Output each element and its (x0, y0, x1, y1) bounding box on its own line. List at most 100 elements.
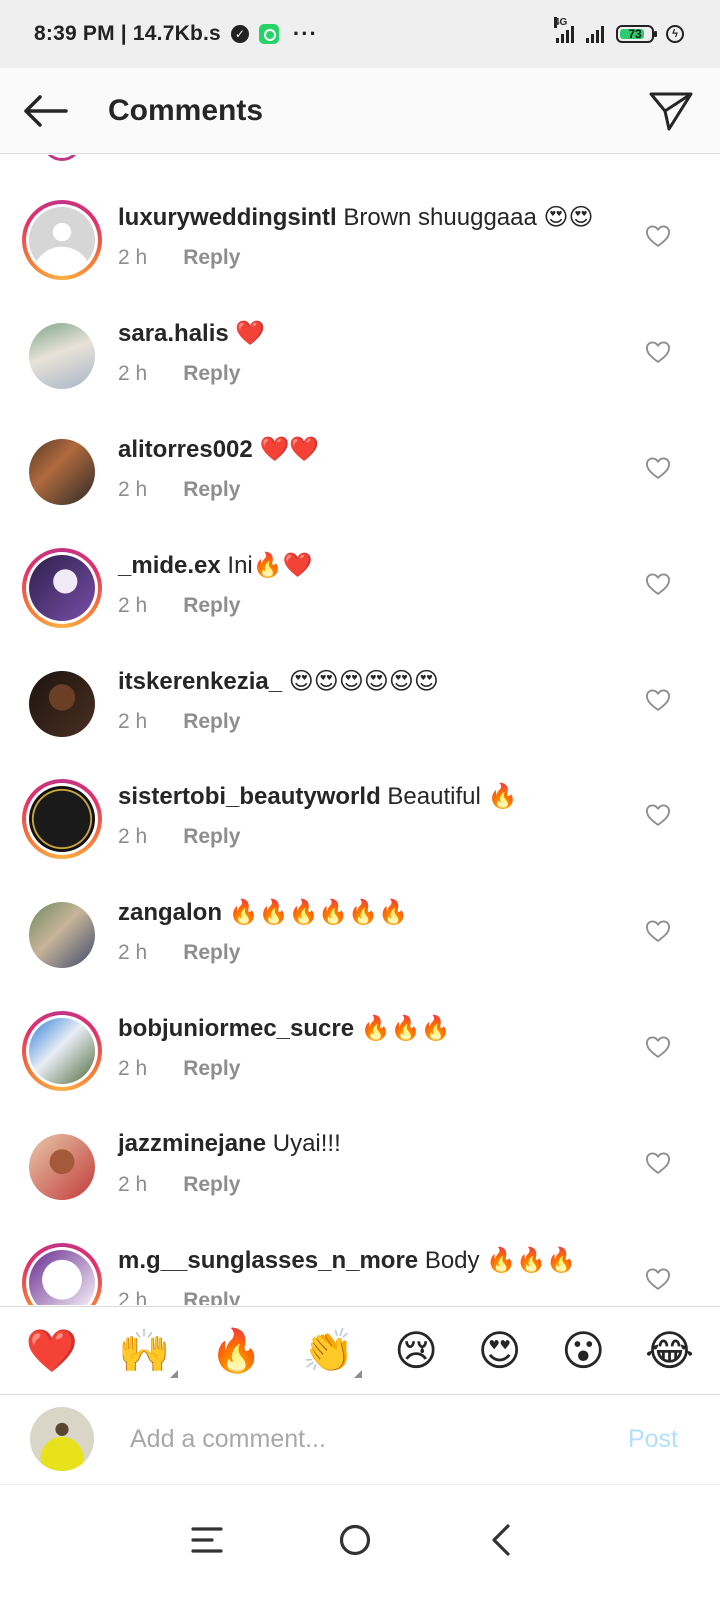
comment-row[interactable]: zangalon 🔥🔥🔥🔥🔥🔥 2 h Reply (0, 895, 720, 1011)
reaction-bar: ❤️ 🙌 🔥 👏 😢 😍 😮 😂 (0, 1306, 720, 1394)
commenter-avatar[interactable] (22, 1127, 102, 1207)
comment-username[interactable]: bobjuniormec_sucre (118, 1015, 354, 1042)
comments-list[interactable]: luxuryweddingsintl Brown shuuggaaa 😍😍 2 h… (0, 155, 720, 1305)
comment-username[interactable]: jazzminejane (118, 1130, 266, 1157)
comment-username[interactable]: sistertobi_beautyworld (118, 783, 381, 810)
commenter-avatar[interactable] (22, 432, 102, 512)
avatar-frame (26, 204, 98, 276)
home-button[interactable] (320, 1505, 390, 1575)
reply-button[interactable]: Reply (183, 594, 240, 618)
skin-tone-indicator-icon (170, 1369, 179, 1378)
comment-text-line: jazzminejane Uyai!!! (118, 1130, 341, 1158)
commenter-avatar[interactable] (22, 895, 102, 975)
comment-meta: 2 h Reply (118, 1173, 240, 1197)
avatar-image (29, 1018, 95, 1084)
comment-body: Brown shuuggaaa 😍😍 (343, 204, 594, 231)
commenter-avatar[interactable] (22, 1243, 102, 1305)
avatar-image (29, 323, 95, 389)
commenter-avatar[interactable] (22, 1011, 102, 1091)
reply-button[interactable]: Reply (183, 1289, 240, 1305)
comment-row[interactable]: sara.halis ❤️ 2 h Reply (0, 316, 720, 432)
skin-tone-indicator-icon (354, 1369, 363, 1378)
comment-row[interactable]: luxuryweddingsintl Brown shuuggaaa 😍😍 2 h… (0, 200, 720, 316)
network-type: 4G (554, 17, 568, 28)
avatar-image (29, 1250, 95, 1305)
heart-outline-icon[interactable] (644, 1033, 672, 1061)
home-circle-icon (339, 1524, 371, 1556)
system-back-button[interactable] (466, 1505, 536, 1575)
heart-outline-icon[interactable] (644, 454, 672, 482)
heart-outline-icon[interactable] (644, 222, 672, 250)
avatar-frame (26, 552, 98, 624)
comment-username[interactable]: alitorres002 (118, 436, 253, 463)
whatsapp-icon (258, 24, 279, 44)
comment-input[interactable] (130, 1419, 570, 1459)
reply-button[interactable]: Reply (183, 362, 240, 386)
comment-meta: 2 h Reply (118, 1289, 240, 1305)
back-button[interactable] (0, 68, 90, 154)
comment-row[interactable]: alitorres002 ❤️❤️ 2 h Reply (0, 432, 720, 548)
commenter-avatar[interactable] (22, 548, 102, 628)
comment-timestamp: 2 h (118, 710, 148, 733)
comment-text-line: _mide.ex Ini🔥❤️ (118, 551, 313, 580)
status-bar: 8:39 PM | 14.7Kb.s ✓ ··· 4G 73 ϟ (0, 0, 720, 68)
reply-button[interactable]: Reply (183, 941, 240, 965)
recent-apps-button[interactable] (172, 1505, 242, 1575)
comment-username[interactable]: luxuryweddingsintl (118, 204, 337, 231)
post-button[interactable]: Post (628, 1425, 678, 1454)
comment-body: ❤️ (235, 320, 266, 347)
comment-row[interactable]: jazzminejane Uyai!!! 2 h Reply (0, 1127, 720, 1243)
avatar-image (29, 207, 95, 273)
reply-button[interactable]: Reply (183, 1173, 240, 1197)
avatar-image (29, 555, 95, 621)
comment-row[interactable]: bobjuniormec_sucre 🔥🔥🔥 2 h Reply (0, 1011, 720, 1127)
raised-hands-emoji[interactable]: 🙌 (118, 1329, 179, 1378)
laughing-tears-emoji[interactable]: 😂 (645, 1329, 694, 1372)
commenter-avatar[interactable] (22, 316, 102, 396)
comment-row[interactable]: sistertobi_beautyworld Beautiful 🔥 2 h Rep… (0, 779, 720, 895)
comment-username[interactable]: itskerenkezia_ (118, 668, 282, 695)
comment-timestamp: 2 h (118, 362, 148, 385)
heart-outline-icon[interactable] (644, 338, 672, 366)
comment-text-line: m.g__sunglasses_n_more Body 🔥🔥🔥 (118, 1246, 576, 1275)
reply-button[interactable]: Reply (183, 710, 240, 734)
signal-4g-icon: 4G (554, 17, 574, 43)
heart-outline-icon[interactable] (644, 1149, 672, 1177)
commenter-avatar[interactable] (22, 664, 102, 744)
comment-meta: 2 h Reply (118, 594, 240, 618)
comment-meta: 2 h Reply (118, 478, 240, 502)
heart-outline-icon[interactable] (644, 917, 672, 945)
partial-avatar (42, 155, 82, 161)
heart-outline-icon[interactable] (644, 801, 672, 829)
reply-button[interactable]: Reply (183, 1057, 240, 1081)
clapping-hands-emoji[interactable]: 👏 (302, 1329, 363, 1378)
signal-icon (586, 25, 604, 43)
comment-body: Ini🔥❤️ (227, 552, 313, 579)
comment-timestamp: 2 h (118, 1173, 148, 1196)
comment-username[interactable]: sara.halis (118, 320, 229, 347)
heart-eyes-emoji[interactable]: 😍 (478, 1329, 522, 1372)
comment-row[interactable]: m.g__sunglasses_n_more Body 🔥🔥🔥 2 h Reply (0, 1243, 720, 1305)
reply-button[interactable]: Reply (183, 478, 240, 502)
comment-row[interactable]: itskerenkezia_ 😍😍😍😍😍😍 2 h Reply (0, 664, 720, 780)
crying-face-emoji[interactable]: 😢 (394, 1329, 438, 1372)
comment-timestamp: 2 h (118, 246, 148, 269)
heart-outline-icon[interactable] (644, 570, 672, 598)
avatar-frame (26, 436, 98, 508)
red-heart-emoji[interactable]: ❤️ (26, 1329, 78, 1372)
comment-username[interactable]: zangalon (118, 899, 222, 926)
comment-username[interactable]: _mide.ex (118, 552, 221, 579)
avatar-image (29, 786, 95, 852)
comment-timestamp: 2 h (118, 1057, 148, 1080)
reply-button[interactable]: Reply (183, 246, 240, 270)
commenter-avatar[interactable] (22, 779, 102, 859)
fire-emoji[interactable]: 🔥 (210, 1329, 262, 1372)
comment-username[interactable]: m.g__sunglasses_n_more (118, 1247, 418, 1274)
share-button[interactable] (646, 86, 696, 136)
reply-button[interactable]: Reply (183, 825, 240, 849)
heart-outline-icon[interactable] (644, 1265, 672, 1293)
surprised-face-emoji[interactable]: 😮 (561, 1329, 605, 1372)
heart-outline-icon[interactable] (644, 686, 672, 714)
comment-row[interactable]: _mide.ex Ini🔥❤️ 2 h Reply (0, 548, 720, 664)
commenter-avatar[interactable] (22, 200, 102, 280)
